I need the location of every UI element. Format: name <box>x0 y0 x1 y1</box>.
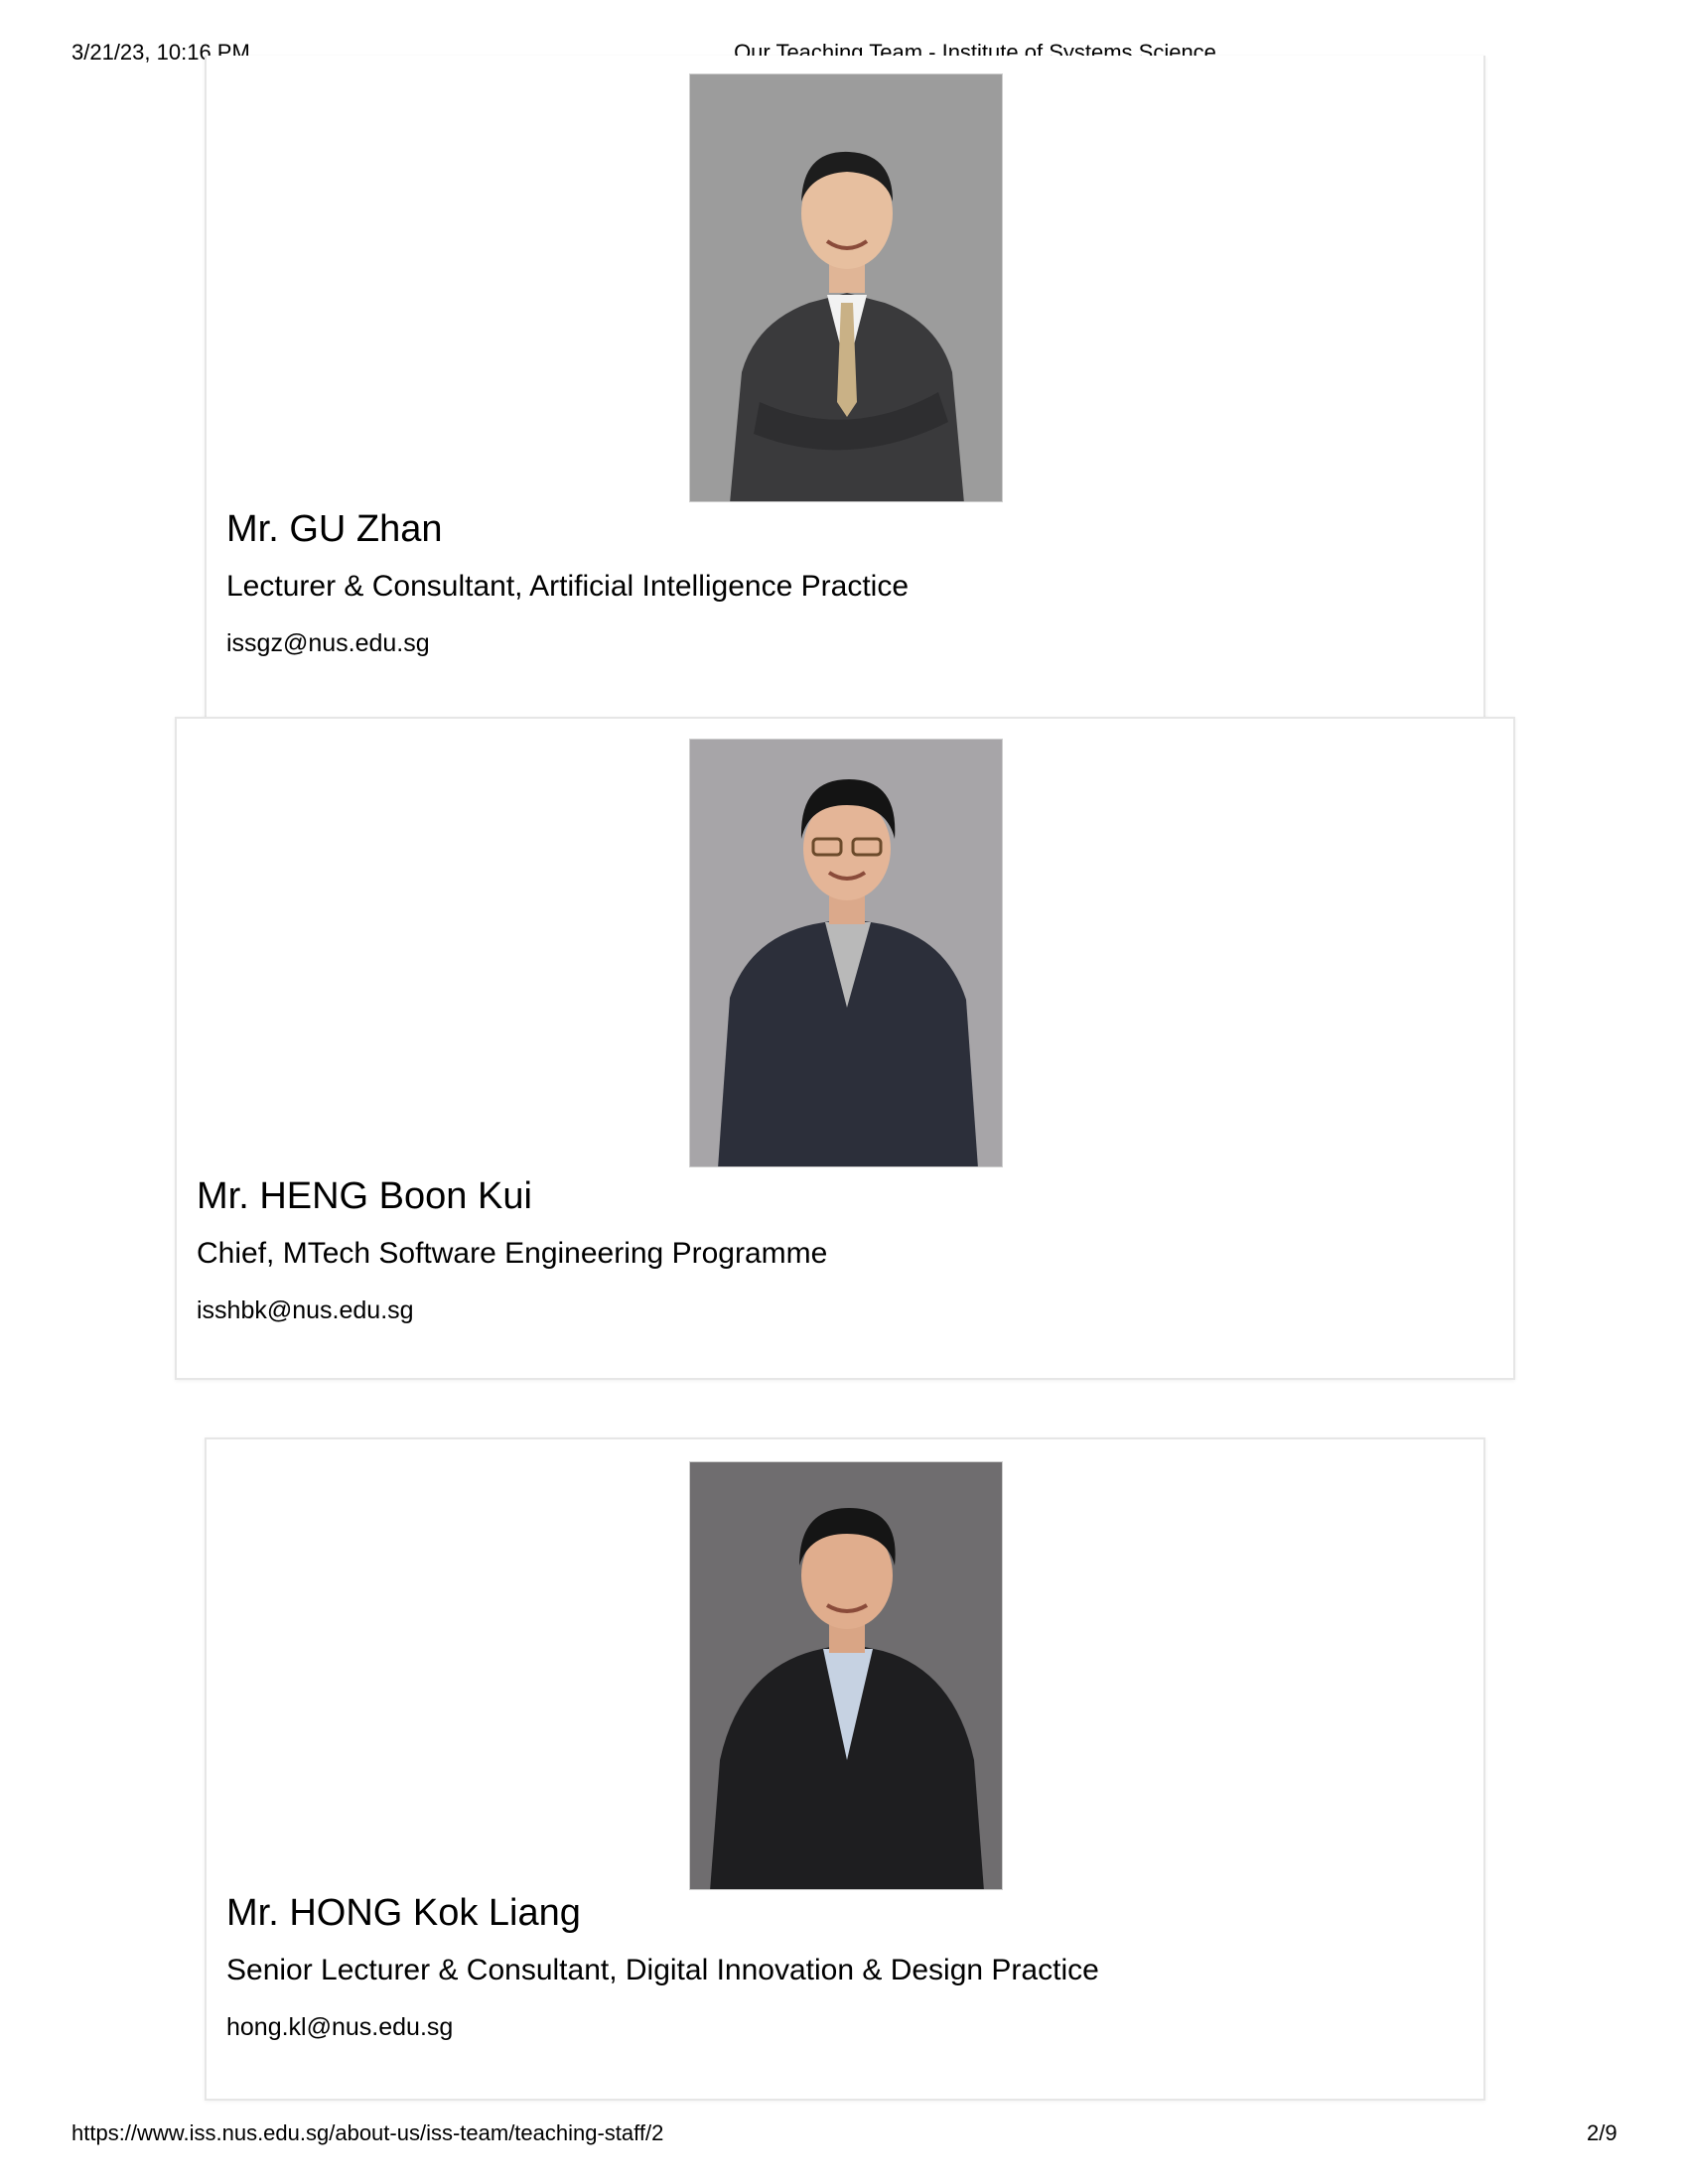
staff-card: Mr. HONG Kok Liang Senior Lecturer & Con… <box>205 1437 1485 2101</box>
staff-email[interactable]: isshbk@nus.edu.sg <box>197 1298 414 1323</box>
portrait-illustration <box>690 1462 1002 1889</box>
print-page-number: 2/9 <box>1587 2120 1618 2145</box>
staff-email[interactable]: hong.kl@nus.edu.sg <box>226 2015 453 2040</box>
staff-title: Senior Lecturer & Consultant, Digital In… <box>226 1954 1099 1986</box>
portrait-illustration <box>690 74 1002 501</box>
staff-card: Mr. GU Zhan Lecturer & Consultant, Artif… <box>205 56 1485 721</box>
staff-card: Mr. HENG Boon Kui Chief, MTech Software … <box>175 717 1515 1380</box>
staff-title: Chief, MTech Software Engineering Progra… <box>197 1237 828 1270</box>
staff-name: Mr. HENG Boon Kui <box>197 1175 532 1217</box>
staff-title: Lecturer & Consultant, Artificial Intell… <box>226 570 909 603</box>
staff-name: Mr. HONG Kok Liang <box>226 1892 581 1934</box>
portrait-illustration <box>690 740 1002 1166</box>
staff-email[interactable]: issgz@nus.edu.sg <box>226 631 430 656</box>
staff-photo[interactable] <box>689 1461 1003 1890</box>
staff-photo[interactable] <box>689 73 1003 502</box>
staff-name: Mr. GU Zhan <box>226 508 443 550</box>
print-url: https://www.iss.nus.edu.sg/about-us/iss-… <box>71 2120 664 2145</box>
staff-photo[interactable] <box>689 739 1003 1167</box>
